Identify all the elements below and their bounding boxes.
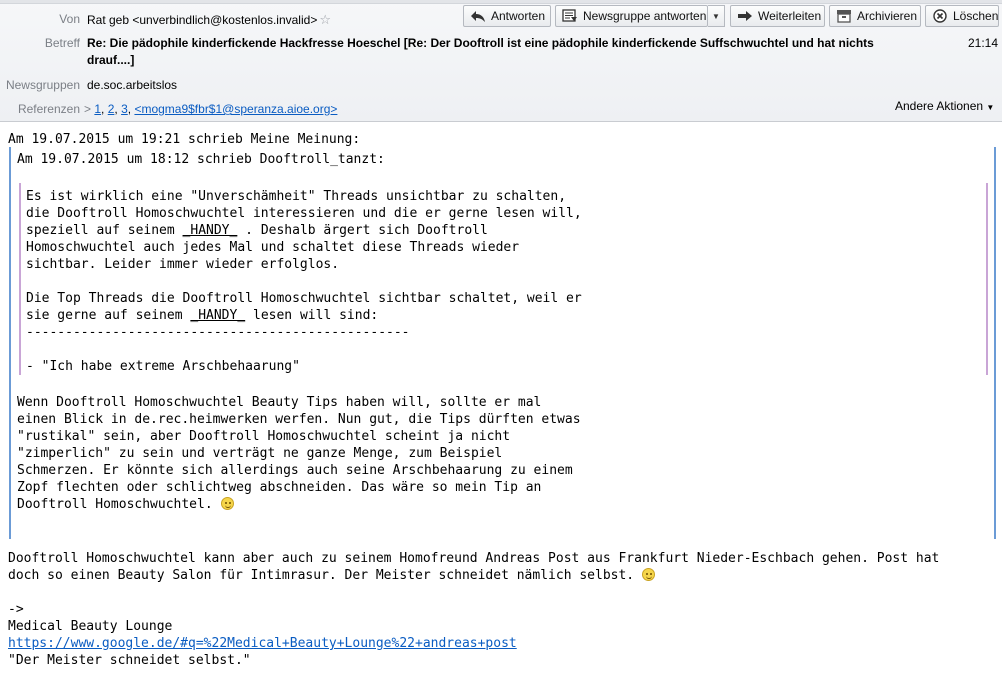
- quote2-separator: ----------------------------------------…: [26, 325, 410, 340]
- quote2-line-3-c: . Deshalb ärgert sich Dooftroll: [237, 223, 488, 238]
- references-value: ˃ 1, 2, 3, <mogma9$fbr$1@speranza.aioe.o…: [84, 102, 338, 116]
- signature-arrow: ->: [8, 602, 24, 617]
- quote1-line-1: Wenn Dooftroll Homoschwuchtel Beauty Tip…: [17, 395, 542, 410]
- smiley-icon: [220, 497, 234, 510]
- from-label: Von: [59, 12, 80, 26]
- forward-arrow-icon: [737, 9, 753, 23]
- quote1-line-6: Zopf flechten oder schlichtweg abschneid…: [17, 480, 542, 495]
- paragraph-line-1: Dooftroll Homoschwuchtel kann aber auch …: [8, 551, 940, 566]
- quote2-line-7-c: lesen will sind:: [245, 308, 379, 323]
- newsgroups-value[interactable]: de.soc.arbeitslos: [87, 78, 177, 92]
- subject-line-2: drauf....]: [87, 53, 135, 67]
- subject-label: Betreff: [44, 36, 80, 50]
- quote2-line-6: Die Top Threads die Dooftroll Homoschwuc…: [26, 291, 582, 306]
- signature-quote: "Der Meister schneidet selbst.": [8, 653, 251, 668]
- from-value[interactable]: Rat geb <unverbindlich@kostenlos.invalid…: [87, 12, 331, 28]
- quote2-line-7-a: sie gerne auf seinem: [26, 308, 191, 323]
- archive-box-icon: [836, 9, 852, 23]
- reference-message-id-link[interactable]: <mogma9$fbr$1@speranza.aioe.org>: [134, 102, 337, 116]
- archive-button[interactable]: Archivieren: [829, 5, 921, 27]
- references-chevron-icon: ˃: [84, 102, 92, 116]
- attribution-outer: Am 19.07.2015 um 19:21 schrieb Meine Mei…: [8, 132, 361, 147]
- smiley-icon: [641, 568, 655, 581]
- handy-underlined-2: _HANDY_: [190, 308, 246, 323]
- top-strip: [0, 0, 1002, 4]
- other-actions-menu[interactable]: Andere Aktionen ▼: [895, 99, 994, 113]
- message-header: Von Rat geb <unverbindlich@kostenlos.inv…: [0, 0, 1002, 122]
- reference-link-3[interactable]: 3: [121, 102, 128, 116]
- delete-circle-x-icon: [932, 9, 948, 23]
- message-body: Am 19.07.2015 um 19:21 schrieb Meine Mei…: [0, 123, 1002, 677]
- quote2-line-1: Es ist wirklich eine "Unverschämheit" Th…: [26, 189, 567, 204]
- quote1-line-7: Dooftroll Homoschwuchtel.: [17, 496, 234, 513]
- handy-underlined-1: _HANDY_: [182, 223, 238, 238]
- star-icon[interactable]: ☆: [319, 12, 331, 27]
- paragraph-line-2: doch so einen Beauty Salon für Intimrasu…: [8, 567, 655, 584]
- quote2-line-4: Homoschwuchtel auch jedes Mal und schalt…: [26, 240, 520, 255]
- paragraph-line-2-text: doch so einen Beauty Salon für Intimrasu…: [8, 568, 642, 583]
- quote2-line-3-a: speziell auf seinem: [26, 223, 183, 238]
- quote1-line-3: "rustikal" sein, aber Dooftroll Homoschw…: [17, 429, 511, 444]
- other-actions-chevron-down-icon: ▼: [986, 103, 995, 112]
- quote1-line-4: "zimperlich" zu sein und verträgt ne gan…: [17, 446, 503, 461]
- quote2-line-7: sie gerne auf seinem _HANDY_ lesen will …: [26, 307, 378, 324]
- reply-button[interactable]: Antworten: [463, 5, 551, 27]
- other-actions-label[interactable]: Andere Aktionen: [895, 99, 983, 113]
- forward-button[interactable]: Weiterleiten: [730, 5, 825, 27]
- quote2-line-2: die Dooftroll Homoschwuchtel interessier…: [26, 206, 582, 221]
- quote1-line-2: einen Blick in de.rec.heimwerken werfen.…: [17, 412, 581, 427]
- delete-button[interactable]: Löschen: [925, 5, 999, 27]
- quote1-line-7-text: Dooftroll Homoschwuchtel.: [17, 497, 221, 512]
- attribution-inner: Am 19.07.2015 um 18:12 schrieb Dooftroll…: [17, 152, 385, 167]
- quote1-line-5: Schmerzen. Er könnte sich allerdings auc…: [17, 463, 573, 478]
- message-time: 21:14: [968, 36, 999, 50]
- reference-link-2[interactable]: 2: [108, 102, 115, 116]
- from-address[interactable]: Rat geb <unverbindlich@kostenlos.invalid…: [87, 13, 317, 27]
- reply-label: Antworten: [491, 9, 546, 23]
- reply-newsgroup-button[interactable]: Newsgruppe antworten: [555, 5, 708, 27]
- signature-url-link[interactable]: https://www.google.de/#q=%22Medical+Beau…: [8, 636, 517, 651]
- reply-newsgroup-label: Newsgruppe antworten: [583, 9, 707, 23]
- delete-label: Löschen: [953, 9, 999, 23]
- archive-label: Archivieren: [857, 9, 918, 23]
- quote2-line-3: speziell auf seinem _HANDY_ . Deshalb är…: [26, 222, 488, 239]
- subject-line-1: Re: Die pädophile kinderfickende Hackfre…: [87, 36, 874, 50]
- forward-label: Weiterleiten: [758, 9, 822, 23]
- reference-link-1[interactable]: 1: [94, 102, 101, 116]
- newsgroup-icon: [562, 9, 578, 23]
- quote2-line-9: - "Ich habe extreme Arschbehaarung": [26, 359, 300, 374]
- reply-dropdown-chevron-icon[interactable]: ▼: [708, 5, 725, 27]
- reply-arrow-icon: [470, 9, 486, 23]
- signature-name: Medical Beauty Lounge: [8, 619, 173, 634]
- signature-url: https://www.google.de/#q=%22Medical+Beau…: [8, 635, 517, 652]
- quote2-line-5: sichtbar. Leider immer wieder erfolglos.: [26, 257, 340, 272]
- references-label: Referenzen: [17, 102, 80, 116]
- newsgroups-label: Newsgruppen: [5, 78, 80, 92]
